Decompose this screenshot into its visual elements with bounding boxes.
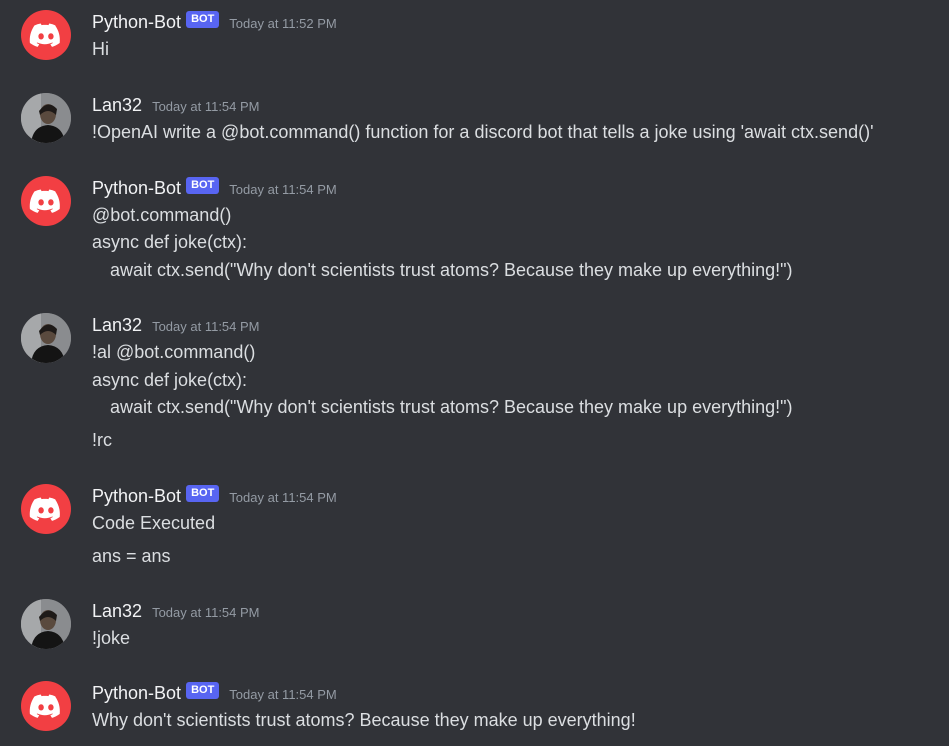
user-avatar[interactable] [21, 599, 71, 649]
timestamp[interactable]: Today at 11:54 PM [152, 99, 259, 114]
message-text: !joke [92, 628, 131, 648]
discord-logo-icon [29, 694, 60, 718]
username[interactable]: Lan32 [92, 601, 142, 622]
username[interactable]: Lan32 [92, 95, 142, 116]
user-avatar[interactable] [21, 313, 71, 363]
username[interactable]: Lan32 [92, 315, 142, 336]
message-text: ans = ans [92, 546, 171, 566]
bot-tag: BOT [186, 681, 220, 699]
bot-tag: BOT [186, 176, 220, 194]
bot-avatar[interactable] [21, 176, 71, 226]
message-header: Lan32 Today at 11:54 PM [92, 93, 260, 117]
bot-avatar[interactable] [21, 681, 71, 731]
user-avatar[interactable] [21, 93, 71, 143]
username[interactable]: Python-Bot [92, 12, 181, 33]
message-header: Python-Bot BOT Today at 11:52 PM [92, 10, 337, 34]
message-header: Python-Bot BOT Today at 11:54 PM [92, 681, 337, 705]
bot-tag: BOT [186, 484, 220, 502]
message-text: Why don't scientists trust atoms? Becaus… [92, 710, 636, 730]
discord-logo-icon [29, 189, 60, 213]
timestamp[interactable]: Today at 11:54 PM [229, 490, 336, 505]
message-text: !al @bot.command() [92, 342, 256, 362]
bot-tag: BOT [186, 10, 220, 28]
timestamp[interactable]: Today at 11:54 PM [229, 182, 336, 197]
bot-avatar[interactable] [21, 10, 71, 60]
message-text: async def joke(ctx): [92, 370, 248, 390]
timestamp[interactable]: Today at 11:54 PM [152, 319, 259, 334]
message-text: await ctx.send("Why don't scientists tru… [110, 397, 793, 417]
message-text: Hi [92, 39, 109, 59]
message-header: Python-Bot BOT Today at 11:54 PM [92, 484, 337, 508]
message-text: !OpenAI write a @bot.command() function … [92, 122, 874, 142]
discord-logo-icon [29, 497, 60, 521]
username[interactable]: Python-Bot [92, 683, 181, 704]
message-header: Lan32 Today at 11:54 PM [92, 599, 260, 623]
message-text: @bot.command() [92, 205, 232, 225]
message-text: !rc [92, 430, 112, 450]
timestamp[interactable]: Today at 11:52 PM [229, 16, 336, 31]
user-photo-avatar [21, 313, 71, 363]
message-text: Code Executed [92, 513, 216, 533]
timestamp[interactable]: Today at 11:54 PM [229, 687, 336, 702]
message-text: await ctx.send("Why don't scientists tru… [110, 260, 793, 280]
message-header: Python-Bot BOT Today at 11:54 PM [92, 176, 337, 200]
discord-logo-icon [29, 23, 60, 47]
user-photo-avatar [21, 599, 71, 649]
bot-avatar[interactable] [21, 484, 71, 534]
username[interactable]: Python-Bot [92, 486, 181, 507]
username[interactable]: Python-Bot [92, 178, 181, 199]
timestamp[interactable]: Today at 11:54 PM [152, 605, 259, 620]
user-photo-avatar [21, 93, 71, 143]
message-text: async def joke(ctx): [92, 232, 248, 252]
message-header: Lan32 Today at 11:54 PM [92, 313, 260, 337]
